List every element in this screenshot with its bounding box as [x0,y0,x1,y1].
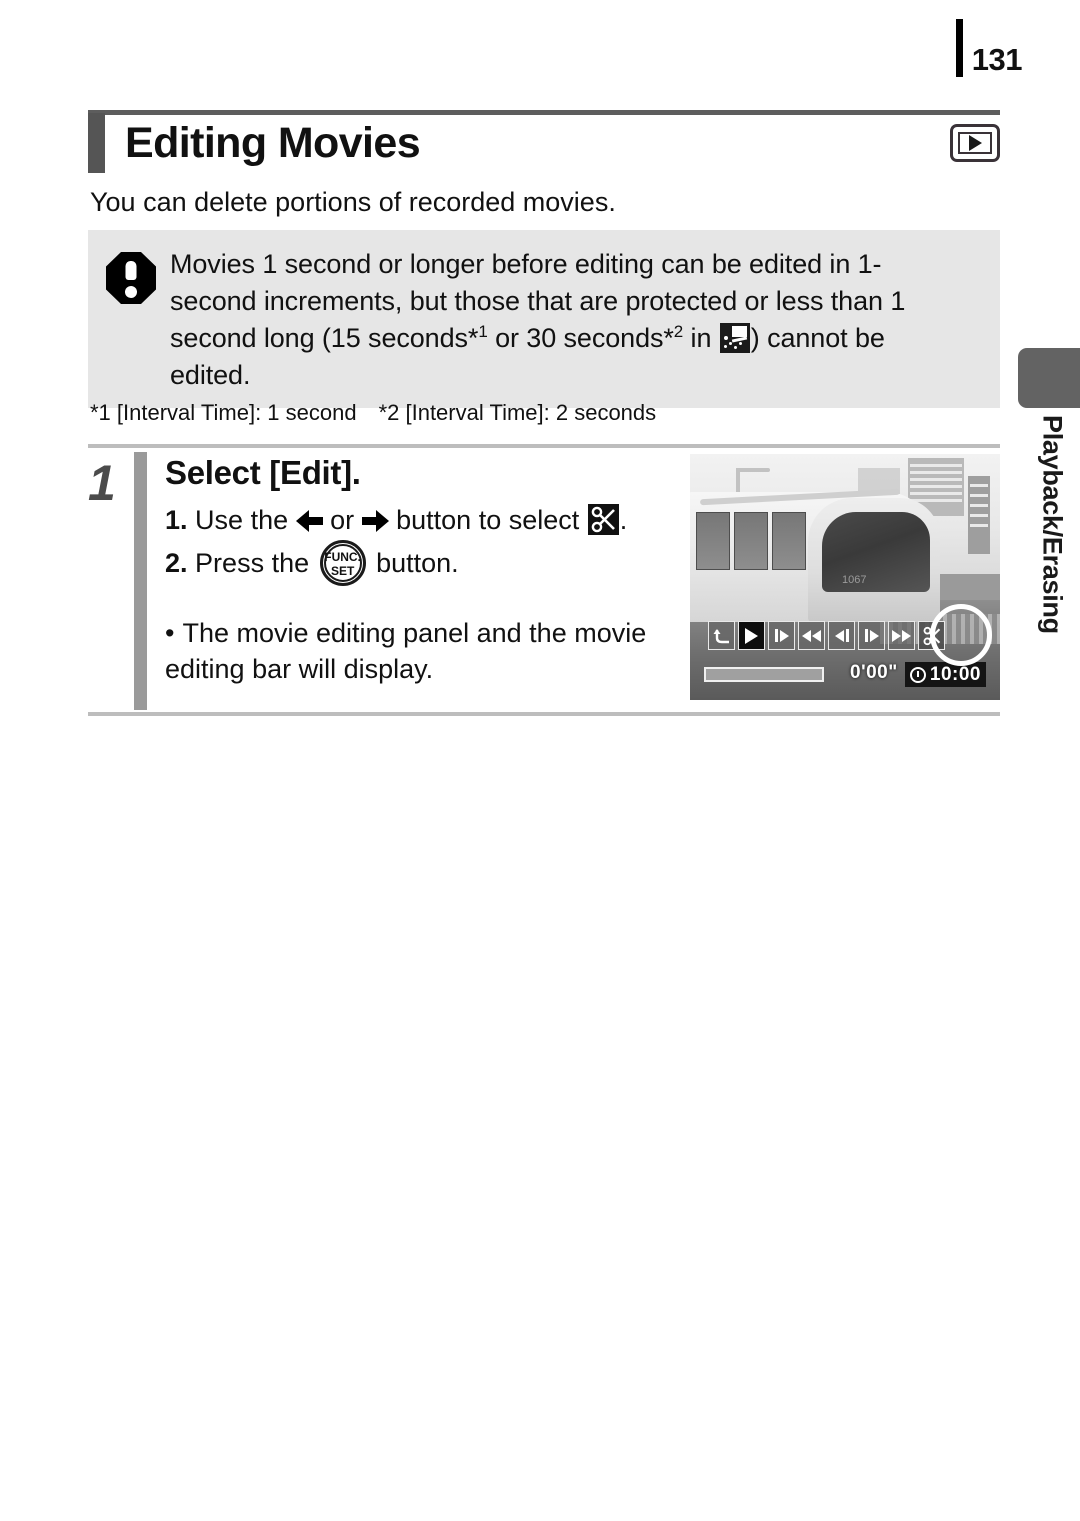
page-number-rule [955,19,963,77]
step-back-bar [845,629,849,642]
caution-line-3c: in [683,322,719,353]
timelapse-dot [728,341,732,345]
bullet-dot: • [165,618,175,649]
bullet-text: The movie editing panel and the movie ed… [165,618,647,685]
right-arrow-icon [361,509,389,532]
train-side-window [734,512,768,570]
slow-motion-bar [774,629,778,642]
train-windshield [822,512,930,592]
step-section-bottom-rule [88,712,1000,716]
footnote-1: *1 [Interval Time]: 1 second [90,400,357,425]
footnote-marker-2: 2 [673,321,684,341]
playback-mode-icon-inner [958,132,992,154]
section-title-row: Editing Movies [88,112,1000,174]
return-arrow-icon [713,628,729,643]
step-bullet: • The movie editing panel and the movie e… [165,616,705,687]
camera-screen-screenshot: 1067 0'00" 10:00 [690,454,1000,700]
step-block: 1 Select [Edit]. 1. Use the or button to… [88,452,1000,710]
step-number: 1 [88,455,116,511]
caution-octagon-shape [106,252,156,304]
scissors-edit-icon [587,503,619,535]
playback-mode-icon [950,124,1000,162]
intro-text: You can delete portions of recorded movi… [90,187,616,217]
substep-1-text-b: or [322,504,362,535]
building [968,476,990,554]
slow-motion-button[interactable] [768,621,795,650]
skip-to-start-icon [802,629,811,642]
edit-button-highlight-ring [930,604,992,666]
skip-to-end-icon [892,629,901,642]
next-frame-button[interactable] [858,621,885,650]
side-tab-chapter-label: Playback/Erasing [1030,415,1074,715]
timelapse-dot [738,341,742,345]
play-button[interactable] [738,621,765,650]
timelapse-dot [723,335,728,340]
skip-to-start-icon-2 [812,629,821,642]
side-tab-text: Playback/Erasing [1037,415,1068,634]
elapsed-time: 0'00" [850,662,898,683]
substep-1-number: 1. [165,504,188,535]
clock-icon [909,666,926,683]
page-header: 131 [955,18,1023,78]
footnote-marker-1: 1 [478,321,488,341]
caution-line-3a: second long (15 seconds* [170,322,479,353]
total-time-text: 10:00 [929,663,981,685]
timelapse-screen-shape [731,325,747,337]
last-frame-button[interactable] [888,621,915,650]
substep-1-text-d: . [619,504,628,535]
caution-box: Movies 1 second or longer before editing… [88,230,1000,408]
func-set-button-icon: FUNC. SET [319,540,366,587]
step-forward-bar [864,629,868,642]
func-set-label-set: SET [330,564,355,579]
caution-exclamation-icon [106,252,156,304]
caution-text: Movies 1 second or longer before editing… [170,244,905,394]
substep-1-text-a: Use the [195,504,296,535]
slow-motion-icon [779,629,789,642]
step-accent-bar [134,452,147,710]
train-side-window [696,512,730,570]
substep-2-text-b: button. [368,548,459,579]
caution-line-1: Movies 1 second or longer before editing… [170,249,882,279]
previous-frame-button[interactable] [828,621,855,650]
movie-editing-panel[interactable] [708,621,945,650]
page-title: Editing Movies [125,118,421,167]
timelapse-dot [733,345,737,349]
side-tab-marker [1018,348,1080,408]
movie-editing-bar[interactable] [704,667,824,682]
step-forward-icon [869,629,879,642]
total-time-readout: 10:00 [904,662,986,687]
substep-1-text-c: button to select [388,504,587,535]
caution-line-3d: ) cannot be [750,322,885,353]
substep-2-text-a: Press the [195,548,317,579]
step-back-icon [834,629,844,642]
play-icon [745,627,758,644]
page-number: 131 [971,41,1023,77]
first-frame-button[interactable] [798,621,825,650]
step-section-top-rule [88,444,1000,448]
train-number-text: 1067 [842,574,867,586]
caution-line-2: second increments, but those that are pr… [170,285,906,316]
footnotes: *1 [Interval Time]: 1 second *2 [Interval… [90,400,656,426]
play-triangle-icon [968,135,982,151]
timelapse-movie-mode-icon [719,322,750,353]
train-side-window [772,512,806,570]
timelapse-dot [723,344,727,348]
substep-2-number: 2. [165,548,188,579]
caution-line-4: edited. [170,359,251,390]
street-light-arm [736,468,770,472]
footnote-2: *2 [Interval Time]: 2 seconds [378,400,657,425]
exit-button[interactable] [708,621,735,650]
func-set-label-func: FUNC. [324,550,361,565]
caution-line-3b: or 30 seconds* [487,322,674,353]
left-arrow-icon [295,509,323,532]
step-body: Select [Edit]. 1. Use the or button to s… [165,452,1000,710]
title-accent-bar [88,113,105,173]
skip-to-end-icon-2 [902,629,911,642]
scissors-glyph [591,506,615,533]
